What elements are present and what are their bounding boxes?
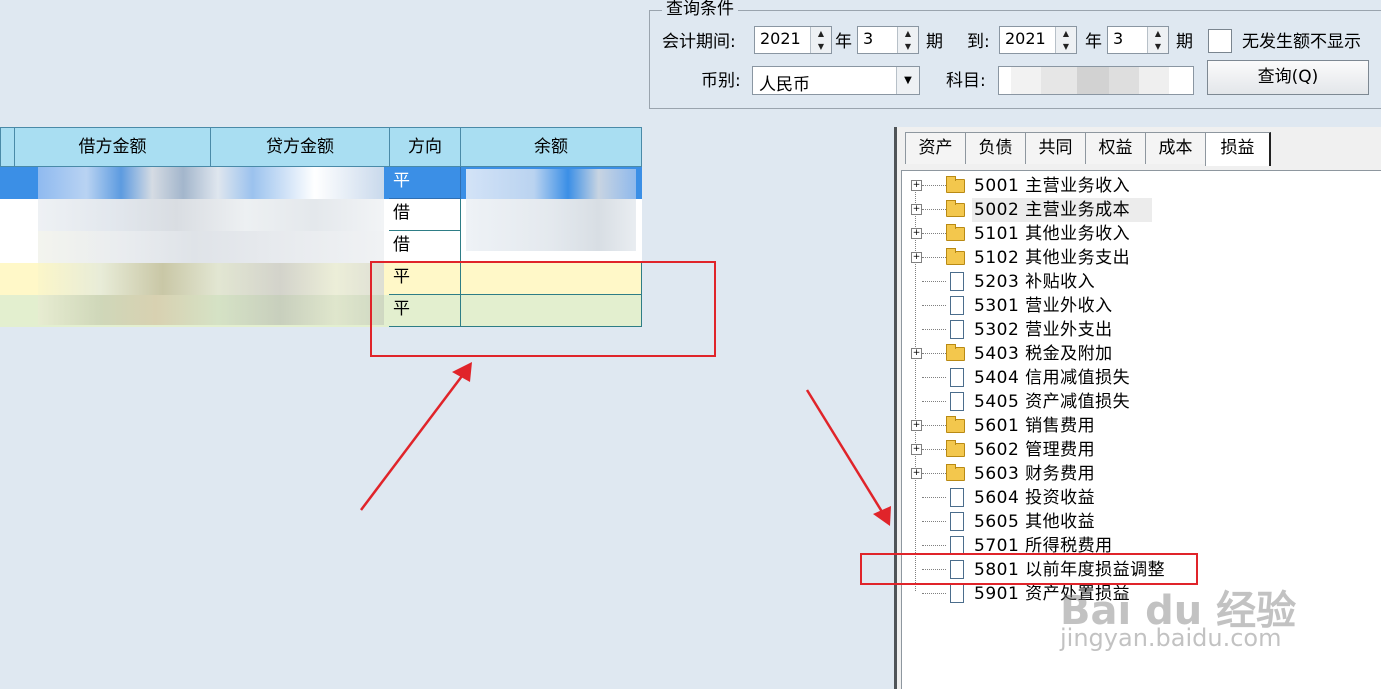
- arrow-line: [805, 389, 886, 516]
- arrow-head-icon: [873, 506, 891, 526]
- arrow-line: [360, 371, 466, 511]
- arrow-head-icon: [452, 362, 472, 382]
- watermark-url: jingyan.baidu.com: [1060, 624, 1282, 652]
